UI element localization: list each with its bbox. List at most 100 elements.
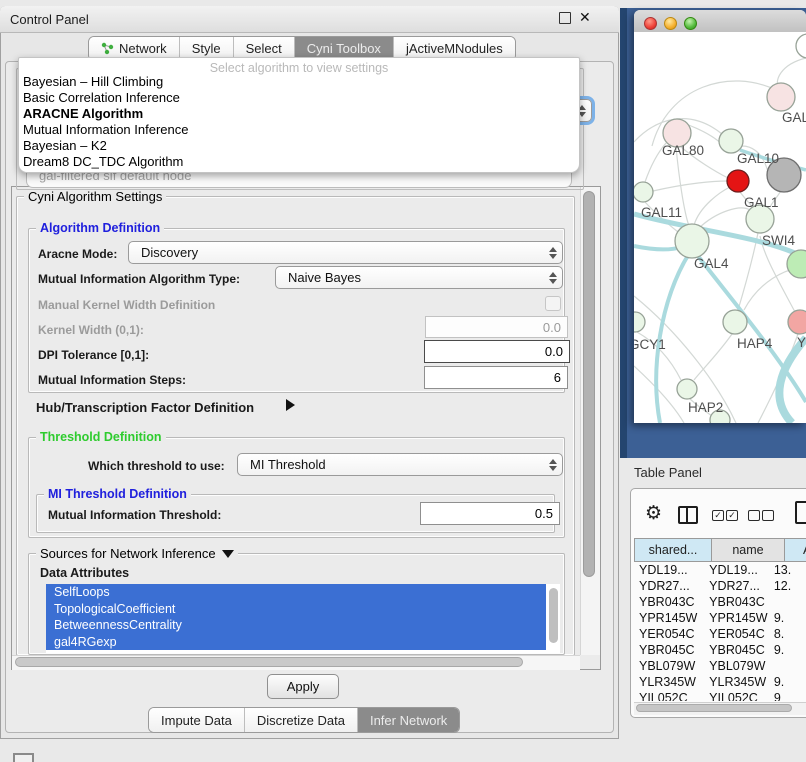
- algorithm-option[interactable]: Mutual Information Inference: [21, 122, 577, 138]
- tab-impute-data[interactable]: Impute Data: [149, 708, 245, 732]
- algorithm-option[interactable]: ARACNE Algorithm: [21, 106, 577, 122]
- network-window-titlebar[interactable]: [634, 10, 806, 33]
- sources-title[interactable]: Sources for Network Inference: [36, 546, 238, 561]
- data-attribute-option[interactable]: gal4RGexp: [46, 634, 546, 651]
- control-panel-titlebar[interactable]: Control Panel: [0, 6, 619, 33]
- table-row[interactable]: YDL19...YDL19...13.: [634, 562, 806, 578]
- tab-infer-network[interactable]: Infer Network: [358, 708, 459, 732]
- which-threshold-select[interactable]: MI Threshold: [237, 453, 563, 476]
- network-node[interactable]: [767, 83, 795, 111]
- mi-threshold-field[interactable]: 0.5: [420, 502, 560, 525]
- window-close-button[interactable]: [644, 17, 657, 30]
- table-panel-title: Table Panel: [634, 465, 702, 480]
- network-node[interactable]: [727, 170, 749, 192]
- table-row[interactable]: YPR145WYPR145W9.: [634, 610, 806, 626]
- table-cell: YBL079W: [634, 659, 704, 673]
- mi-steps-field[interactable]: 6: [424, 366, 568, 389]
- network-node-label: HAP2: [688, 400, 723, 415]
- aracne-mode-value: Discovery: [129, 245, 544, 260]
- algorithm-option[interactable]: Dream8 DC_TDC Algorithm: [21, 154, 577, 170]
- table-cell: 8.: [770, 627, 806, 641]
- combo-arrows-icon: [544, 272, 562, 284]
- tab-discretize-data[interactable]: Discretize Data: [245, 708, 358, 732]
- network-node[interactable]: [677, 379, 697, 399]
- table-cell: YER054C: [634, 627, 704, 641]
- tab-label: jActiveMNodules: [406, 41, 503, 56]
- checkbox-checked-icon[interactable]: ✓: [712, 510, 724, 521]
- attributes-scrollbar-thumb[interactable]: [549, 588, 558, 643]
- expand-right-icon[interactable]: [286, 399, 295, 411]
- checkbox-unchecked-icon[interactable]: [748, 510, 760, 521]
- mi-threshold-group-title: MI Threshold Definition: [44, 487, 191, 501]
- column-header[interactable]: A: [785, 538, 806, 562]
- network-edge: [634, 246, 682, 250]
- threshold-definition-title: Threshold Definition: [36, 430, 166, 444]
- checkbox-checked-icon[interactable]: ✓: [726, 510, 738, 521]
- network-edge: [694, 334, 732, 380]
- algorithm-option[interactable]: Basic Correlation Inference: [21, 90, 577, 106]
- docked-panel-icon[interactable]: [13, 753, 34, 762]
- table-row[interactable]: YIL052CYIL052C9: [634, 690, 806, 701]
- mi-type-select[interactable]: Naive Bayes: [275, 266, 563, 289]
- table-cell: YBR045C: [704, 643, 770, 657]
- float-window-icon[interactable]: [559, 12, 571, 24]
- data-attributes-list[interactable]: SelfLoopsTopologicalCoefficientBetweenne…: [46, 584, 560, 653]
- settings-hscrollbar-thumb[interactable]: [15, 657, 523, 667]
- screen: Control Panel ✕ Network Style Select Cyn…: [0, 0, 806, 762]
- hub-definition-label[interactable]: Hub/Transcription Factor Definition: [36, 400, 254, 415]
- table-row[interactable]: YBR043CYBR043C: [634, 594, 806, 610]
- cyni-bottom-tabs: Impute Data Discretize Data Infer Networ…: [148, 707, 460, 733]
- data-attribute-option[interactable]: BetweennessCentrality: [46, 617, 546, 634]
- algorithm-list: Bayesian – Hill ClimbingBasic Correlatio…: [21, 74, 577, 170]
- table-row[interactable]: YLR345WYLR345W9.: [634, 674, 806, 690]
- checkbox-unchecked-icon[interactable]: [762, 510, 774, 521]
- network-node[interactable]: [719, 129, 743, 153]
- table-row[interactable]: YBR045CYBR045C9.: [634, 642, 806, 658]
- data-attribute-option[interactable]: TopologicalCoefficient: [46, 601, 546, 618]
- apply-button[interactable]: Apply: [267, 674, 339, 699]
- network-node[interactable]: [634, 312, 645, 332]
- column-header[interactable]: shared...: [634, 538, 712, 562]
- table-hscrollbar-thumb[interactable]: [636, 704, 792, 712]
- table-cell: YIL052C: [704, 691, 770, 701]
- kernel-width-value: 0.0: [543, 320, 561, 335]
- network-node[interactable]: [787, 250, 806, 278]
- settings-vscrollbar-thumb[interactable]: [583, 191, 595, 577]
- kernel-width-field[interactable]: 0.0: [425, 316, 568, 338]
- network-node[interactable]: [634, 182, 653, 202]
- network-node[interactable]: [796, 34, 806, 58]
- table-cell: YDR27...: [704, 579, 770, 593]
- network-node[interactable]: [723, 310, 747, 334]
- manual-kernel-label: Manual Kernel Width Definition: [38, 298, 215, 312]
- window-minimize-button[interactable]: [664, 17, 677, 30]
- gear-icon[interactable]: ⚙: [645, 502, 662, 525]
- columns-icon[interactable]: [678, 506, 698, 524]
- network-node[interactable]: [788, 310, 806, 334]
- window-zoom-button[interactable]: [684, 17, 697, 30]
- data-attributes-label: Data Attributes: [40, 566, 129, 580]
- table-row[interactable]: YDR27...YDR27...12.: [634, 578, 806, 594]
- mi-type-label: Mutual Information Algorithm Type:: [38, 272, 240, 286]
- table-row[interactable]: YBL079WYBL079W: [634, 658, 806, 674]
- aracne-mode-select[interactable]: Discovery: [128, 241, 563, 264]
- close-panel-icon[interactable]: ✕: [579, 9, 591, 26]
- column-header[interactable]: name: [712, 538, 785, 562]
- network-node[interactable]: [675, 224, 709, 258]
- which-threshold-label: Which threshold to use:: [88, 459, 225, 473]
- document-icon[interactable]: [795, 501, 806, 524]
- collapse-down-icon[interactable]: [222, 550, 234, 558]
- network-view-window: GALGAL80GAL10GAL11GAL1SWI4GAL4GCY1HAP4YH…: [634, 10, 806, 423]
- manual-kernel-checkbox[interactable]: [545, 296, 561, 311]
- aracne-mode-label: Aracne Mode:: [38, 247, 117, 261]
- dpi-tolerance-field[interactable]: 0.0: [424, 340, 570, 363]
- algorithm-option[interactable]: Bayesian – Hill Climbing: [21, 74, 577, 90]
- network-canvas[interactable]: GALGAL80GAL10GAL11GAL1SWI4GAL4GCY1HAP4YH…: [634, 32, 806, 423]
- table-cell: YBR045C: [634, 643, 704, 657]
- table-cell: YLR345W: [634, 675, 704, 689]
- table-row[interactable]: YER054CYER054C8.: [634, 626, 806, 642]
- algorithm-option[interactable]: Bayesian – K2: [21, 138, 577, 154]
- table-cell: YIL052C: [634, 691, 704, 701]
- table-cell: YDL19...: [704, 563, 770, 577]
- table-cell: YDL19...: [634, 563, 704, 577]
- data-attribute-option[interactable]: SelfLoops: [46, 584, 546, 601]
